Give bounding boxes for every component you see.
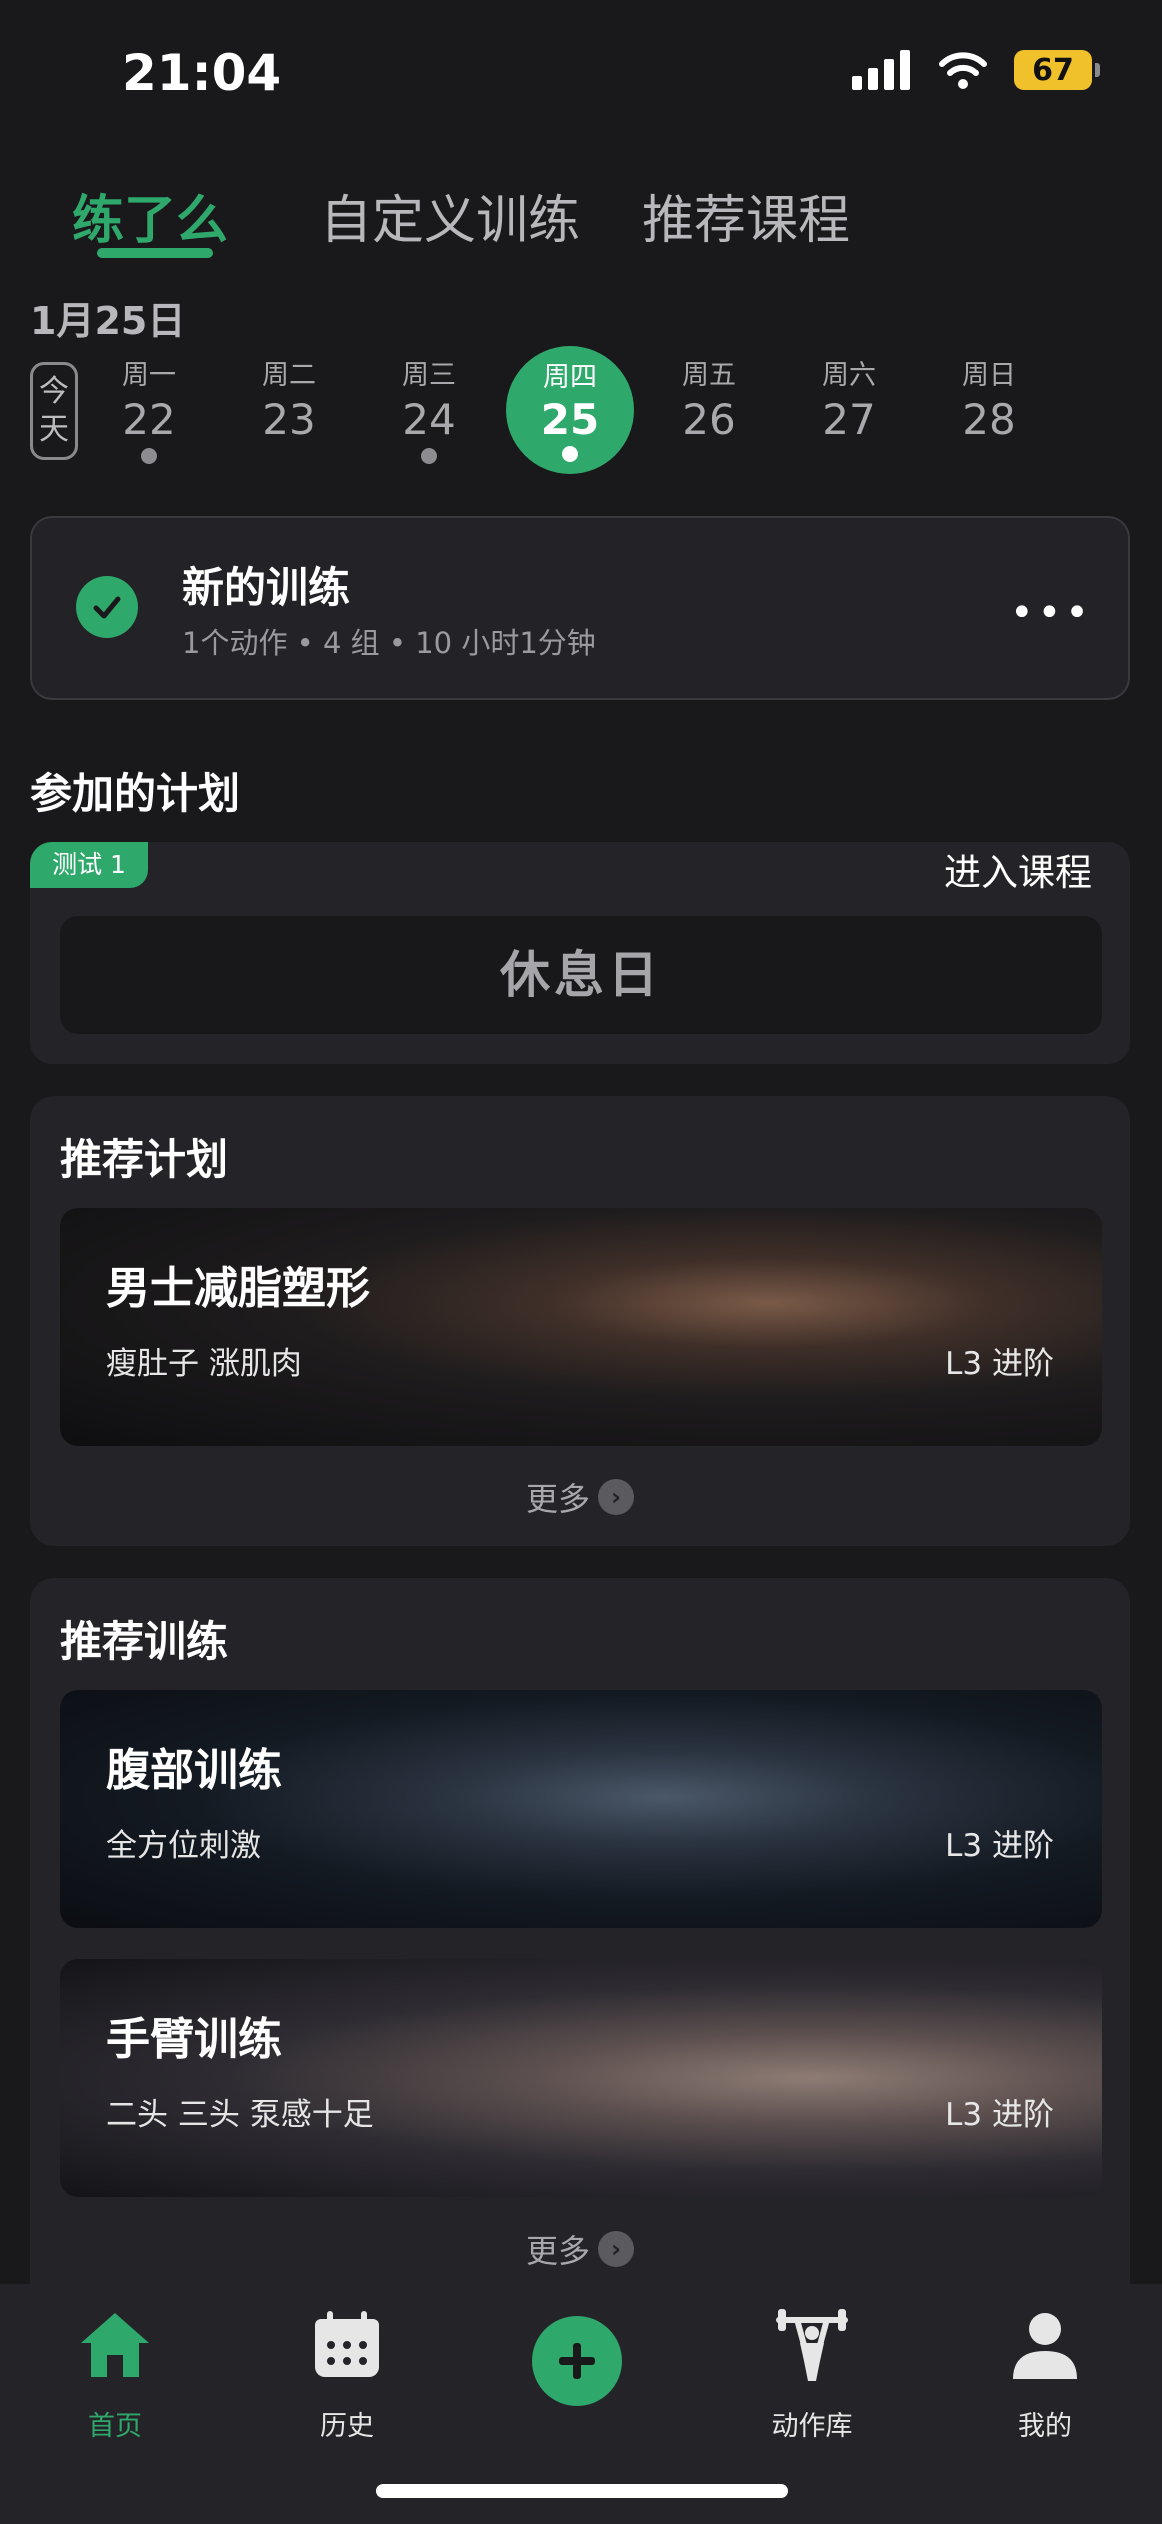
weekday-label: 周六: [822, 360, 876, 391]
user-icon: [970, 2300, 1120, 2390]
more-plans-link[interactable]: 更多 ›: [526, 1474, 635, 1520]
home-icon: [40, 2300, 190, 2390]
battery-icon: 67: [1014, 50, 1100, 90]
workout-summary: 1个动作 • 4 组 • 10 小时1分钟: [182, 626, 596, 660]
tab-lianleme[interactable]: 练了么: [72, 178, 228, 253]
plan-tag: 测试 1: [30, 842, 148, 888]
workout-title: 新的训练: [182, 563, 351, 612]
nav-label: 动作库: [771, 2411, 853, 2442]
weekday-label: 周一: [122, 360, 176, 391]
rest-day-box: 休息日: [60, 916, 1102, 1034]
training-card-title: 腹部训练: [106, 1745, 282, 1796]
training-card-title: 手臂训练: [106, 2014, 282, 2065]
day-number: 28: [962, 395, 1016, 444]
nav-label: 我的: [1018, 2411, 1072, 2442]
today-button[interactable]: 今天: [30, 362, 78, 460]
recommended-training-panel: [30, 1578, 1130, 2318]
status-time: 21:04: [122, 44, 282, 102]
day-thu-selected[interactable]: 周四 25: [506, 346, 634, 474]
add-workout-button[interactable]: [532, 2316, 622, 2406]
nav-history[interactable]: 历史: [272, 2300, 422, 2443]
day-fri[interactable]: 周五 26: [659, 356, 759, 444]
training-card-level: L3 进阶: [945, 2097, 1054, 2133]
training-card-tags: 全方位刺激: [106, 1828, 261, 1864]
status-icons: 67: [852, 50, 1100, 90]
plan-card-level: L3 进阶: [945, 1346, 1054, 1382]
wifi-icon: [939, 52, 987, 89]
weekday-label: 周日: [962, 360, 1016, 391]
signal-icon: [852, 50, 910, 90]
day-wed[interactable]: 周三 24: [379, 356, 479, 464]
tab-active-indicator: [97, 248, 213, 258]
plan-card-fat-loss[interactable]: 男士减脂塑形 瘦肚子 涨肌肉 L3 进阶: [60, 1208, 1102, 1446]
more-label: 更多: [526, 2232, 591, 2270]
day-sun[interactable]: 周日 28: [939, 356, 1039, 444]
battery-level: 67: [1032, 52, 1074, 88]
more-options-icon[interactable]: •••: [1010, 590, 1093, 636]
plan-card-title: 男士减脂塑形: [106, 1263, 370, 1314]
training-card-arms[interactable]: 手臂训练 二头 三头 泵感十足 L3 进阶: [60, 1959, 1102, 2197]
plan-card-tags: 瘦肚子 涨肌肉: [106, 1346, 302, 1382]
nav-home[interactable]: 首页: [40, 2300, 190, 2443]
day-number: 23: [262, 395, 316, 444]
weekday-label: 周五: [682, 360, 736, 391]
training-card-abs[interactable]: 腹部训练 全方位刺激 L3 进阶: [60, 1690, 1102, 1928]
recommended-training-title: 推荐训练: [60, 1617, 229, 1666]
day-tue[interactable]: 周二 23: [239, 356, 339, 444]
day-number: 25: [540, 395, 600, 444]
tab-recommended-courses[interactable]: 推荐课程: [642, 178, 850, 253]
calendar-icon: [272, 2300, 422, 2390]
recommended-plans-title: 推荐计划: [60, 1135, 229, 1184]
barbell-icon: [737, 2300, 887, 2390]
weekday-label: 周三: [402, 360, 456, 391]
day-sat[interactable]: 周六 27: [799, 356, 899, 444]
plus-icon: [559, 2343, 595, 2379]
day-number: 22: [122, 395, 176, 444]
tab-custom-training[interactable]: 自定义训练: [320, 178, 580, 253]
activity-dot: [421, 448, 437, 464]
activity-dot: [562, 446, 578, 462]
day-number: 26: [682, 395, 736, 444]
nav-exercise-library[interactable]: 动作库: [737, 2300, 887, 2443]
more-label: 更多: [526, 1480, 591, 1518]
activity-dot: [141, 448, 157, 464]
weekday-label: 周四: [543, 362, 597, 393]
day-mon[interactable]: 周一 22: [99, 356, 199, 464]
weekday-label: 周二: [262, 360, 316, 391]
home-indicator[interactable]: [376, 2484, 788, 2498]
day-number: 24: [402, 395, 456, 444]
more-training-link[interactable]: 更多 ›: [526, 2226, 635, 2272]
enter-course-link[interactable]: 进入课程: [944, 842, 1092, 896]
check-icon: [76, 576, 138, 638]
day-number: 27: [822, 395, 876, 444]
nav-label: 历史: [320, 2411, 374, 2442]
chevron-right-icon: ›: [598, 2231, 635, 2267]
date-title: 1月25日: [30, 299, 186, 343]
training-card-level: L3 进阶: [945, 1828, 1054, 1864]
nav-profile[interactable]: 我的: [970, 2300, 1120, 2443]
training-card-tags: 二头 三头 泵感十足: [106, 2097, 374, 2133]
chevron-right-icon: ›: [598, 1479, 635, 1515]
joined-plans-title: 参加的计划: [30, 769, 241, 818]
nav-label: 首页: [88, 2411, 142, 2442]
